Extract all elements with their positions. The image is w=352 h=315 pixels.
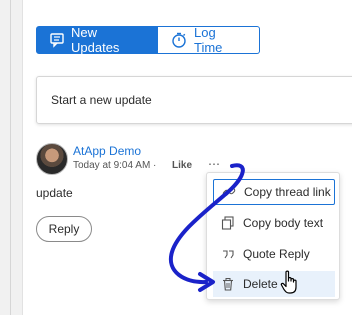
post-timestamp: Today at 9:04 AM · [73, 160, 157, 171]
avatar[interactable] [36, 143, 68, 175]
tab-log-time-label: Log Time [194, 25, 223, 55]
link-icon [222, 187, 236, 197]
post-body: update [36, 186, 73, 200]
quote-icon [223, 250, 234, 259]
menu-item-delete[interactable]: Delete [213, 271, 335, 297]
post-actions-menu: Copy thread link Copy body text Quote Re… [206, 172, 340, 300]
copy-icon [221, 216, 234, 230]
reply-button[interactable]: Reply [36, 216, 92, 242]
more-options-button[interactable]: ⋯ [208, 157, 221, 171]
like-button[interactable]: Like [172, 160, 192, 171]
menu-item-quote-reply[interactable]: Quote Reply [213, 241, 335, 267]
stopwatch-icon [172, 32, 186, 48]
composer-placeholder: Start a new update [51, 93, 152, 107]
update-tabs: New Updates Log Time [36, 25, 260, 55]
comment-icon [50, 33, 64, 48]
menu-item-copy-thread-link[interactable]: Copy thread link [213, 179, 335, 205]
menu-item-copy-body-text[interactable]: Copy body text [213, 210, 335, 236]
new-update-composer[interactable]: Start a new update [36, 76, 352, 124]
menu-item-label: Delete [243, 277, 278, 291]
reply-label: Reply [48, 222, 80, 236]
author-name[interactable]: AtApp Demo [73, 144, 141, 158]
hand-cursor-icon [280, 270, 297, 294]
tab-log-time[interactable]: Log Time [158, 25, 260, 55]
trash-icon [223, 278, 233, 291]
menu-item-label: Quote Reply [243, 247, 310, 261]
tab-new-updates-label: New Updates [71, 25, 120, 55]
gutter-divider [10, 0, 11, 315]
menu-item-label: Copy body text [243, 216, 324, 230]
tab-new-updates[interactable]: New Updates [36, 25, 158, 55]
menu-item-label: Copy thread link [244, 185, 331, 199]
left-gutter [0, 0, 23, 315]
